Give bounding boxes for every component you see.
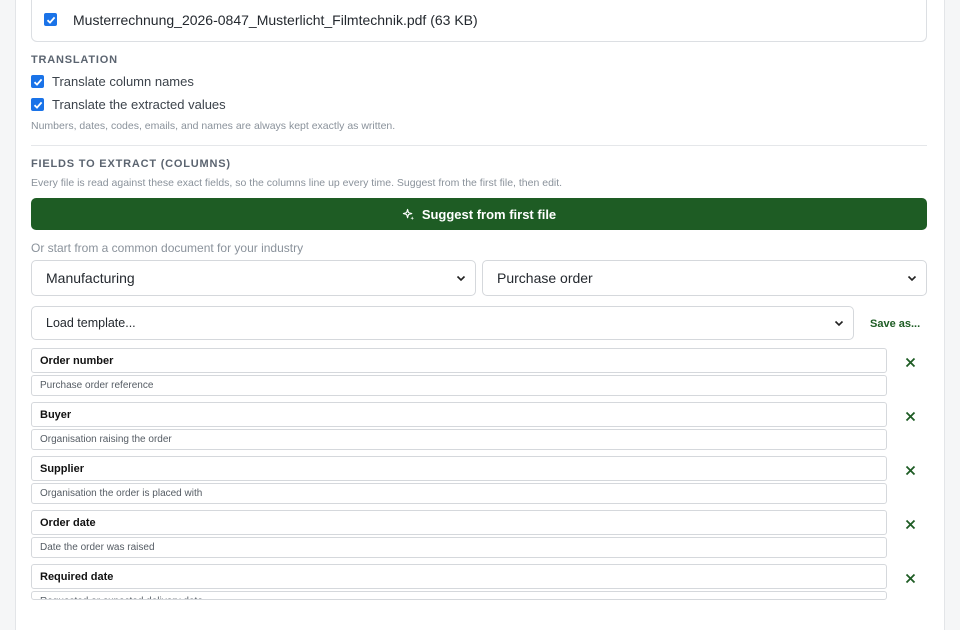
- field-description-input[interactable]: Organisation raising the order: [31, 429, 887, 450]
- field-name-input[interactable]: Supplier: [31, 456, 887, 481]
- translate-column-names-checkbox[interactable]: [31, 75, 44, 88]
- check-icon: [46, 16, 55, 24]
- remove-field-button[interactable]: [902, 408, 918, 424]
- chevron-down-icon: [907, 275, 917, 282]
- suggest-from-first-file-button[interactable]: Suggest from first file: [31, 198, 927, 230]
- chevron-down-icon: [456, 275, 466, 282]
- remove-field-button[interactable]: [902, 516, 918, 532]
- check-icon: [33, 78, 42, 86]
- chevron-down-icon: [834, 320, 844, 327]
- translate-values-label[interactable]: Translate the extracted values: [52, 97, 226, 112]
- remove-field-button[interactable]: [902, 570, 918, 586]
- translate-values-checkbox[interactable]: [31, 98, 44, 111]
- suggest-button-label: Suggest from first file: [421, 206, 557, 222]
- sparkle-icon: [402, 208, 414, 220]
- close-icon: [905, 573, 915, 583]
- field-name-input[interactable]: Order number: [31, 348, 887, 373]
- close-icon: [905, 465, 915, 475]
- document-type-select-value: Purchase order: [497, 270, 593, 286]
- translate-column-names-label[interactable]: Translate column names: [52, 74, 194, 89]
- translation-section-title: TRANSLATION: [31, 54, 118, 66]
- fields-section-hint: Every file is read against these exact f…: [31, 177, 563, 189]
- field-name-input[interactable]: Order date: [31, 510, 887, 535]
- close-icon: [905, 411, 915, 421]
- field-name-input[interactable]: Required date: [31, 564, 887, 589]
- template-select[interactable]: Load template...: [31, 306, 854, 340]
- remove-field-button[interactable]: [902, 354, 918, 370]
- field-description-input[interactable]: Date the order was raised: [31, 537, 887, 558]
- close-icon: [905, 519, 915, 529]
- industry-select[interactable]: Manufacturing: [31, 260, 476, 296]
- fields-section-title: FIELDS TO EXTRACT (COLUMNS): [31, 158, 231, 170]
- section-divider: [31, 145, 927, 146]
- common-document-hint: Or start from a common document for your…: [31, 241, 304, 255]
- field-description-input[interactable]: Requested or expected delivery date: [31, 591, 887, 600]
- remove-field-button[interactable]: [902, 462, 918, 478]
- file-checkbox[interactable]: [44, 13, 57, 26]
- translation-hint: Numbers, dates, codes, emails, and names…: [31, 120, 396, 132]
- check-icon: [33, 101, 42, 109]
- file-name: Musterrechnung_2026-0847_Musterlicht_Fil…: [73, 12, 478, 28]
- industry-select-value: Manufacturing: [46, 270, 135, 286]
- save-as-button[interactable]: Save as...: [870, 318, 920, 330]
- close-icon: [905, 357, 915, 367]
- field-name-input[interactable]: Buyer: [31, 402, 887, 427]
- document-type-select[interactable]: Purchase order: [482, 260, 927, 296]
- field-description-input[interactable]: Purchase order reference: [31, 375, 887, 396]
- field-description-input[interactable]: Organisation the order is placed with: [31, 483, 887, 504]
- template-select-value: Load template...: [46, 316, 136, 330]
